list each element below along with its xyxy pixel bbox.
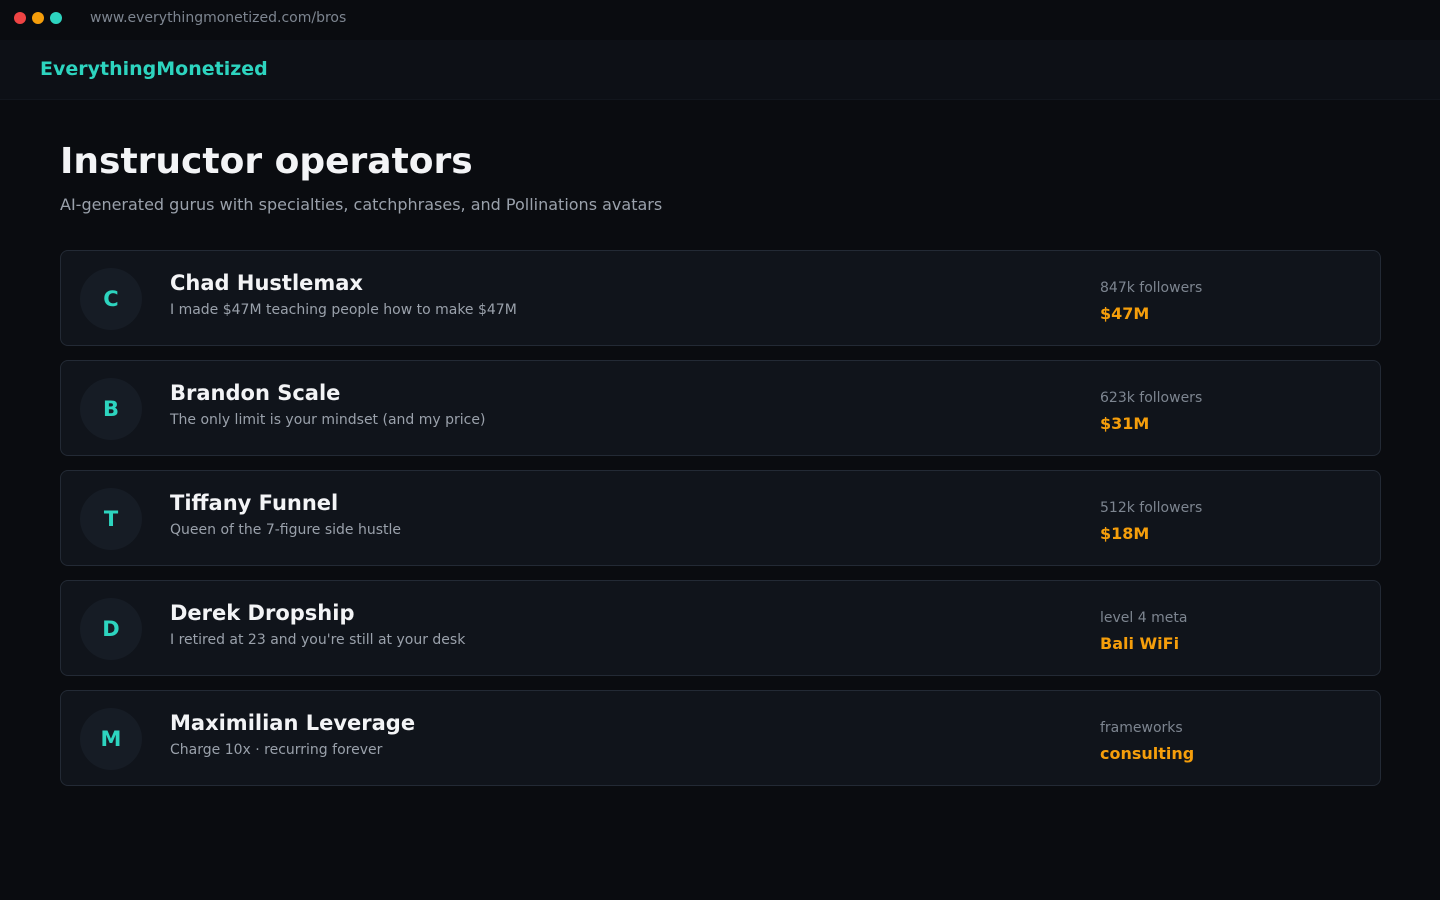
close-window-dot[interactable] — [14, 12, 26, 24]
avatar: D — [80, 598, 142, 660]
instructor-name: Maximilian Leverage — [170, 711, 416, 735]
stat-value: consulting — [1100, 744, 1195, 763]
address-bar-url[interactable]: www.everythingmonetized.com/bros — [90, 10, 346, 26]
stat-label: 512k followers — [1100, 500, 1203, 516]
stat-value: $18M — [1100, 524, 1150, 543]
stat-label: frameworks — [1100, 720, 1183, 736]
window-controls — [14, 12, 62, 24]
stat-value: Bali WiFi — [1100, 634, 1180, 653]
instructor-tagline: I made $47M teaching people how to make … — [170, 302, 517, 318]
site-header: EverythingMonetized — [0, 40, 1440, 100]
instructor-card[interactable]: T Tiffany Funnel Queen of the 7-figure s… — [60, 470, 1381, 566]
avatar: C — [80, 268, 142, 330]
instructor-card[interactable]: C Chad Hustlemax I made $47M teaching pe… — [60, 250, 1381, 346]
stat-label: 623k followers — [1100, 390, 1203, 406]
instructor-name: Tiffany Funnel — [170, 491, 339, 515]
instructor-card[interactable]: D Derek Dropship I retired at 23 and you… — [60, 580, 1381, 676]
stat-value: $31M — [1100, 414, 1150, 433]
instructor-tagline: Queen of the 7-figure side hustle — [170, 522, 402, 538]
maximize-window-dot[interactable] — [50, 12, 62, 24]
stat-value: $47M — [1100, 304, 1150, 323]
page-title: Instructor operators — [60, 141, 473, 182]
avatar: T — [80, 488, 142, 550]
instructor-tagline: I retired at 23 and you're still at your… — [170, 632, 466, 648]
avatar: M — [80, 708, 142, 770]
instructor-name: Chad Hustlemax — [170, 271, 363, 295]
page-subtitle: AI-generated gurus with specialties, cat… — [60, 195, 663, 214]
stat-label: level 4 meta — [1100, 610, 1188, 626]
instructor-card[interactable]: M Maximilian Leverage Charge 10x · recur… — [60, 690, 1381, 786]
instructor-card[interactable]: B Brandon Scale The only limit is your m… — [60, 360, 1381, 456]
avatar: B — [80, 378, 142, 440]
instructor-tagline: The only limit is your mindset (and my p… — [170, 412, 486, 428]
browser-bar: www.everythingmonetized.com/bros — [0, 0, 1440, 38]
instructor-name: Derek Dropship — [170, 601, 355, 625]
stat-label: 847k followers — [1100, 280, 1203, 296]
instructor-tagline: Charge 10x · recurring forever — [170, 742, 383, 758]
instructor-name: Brandon Scale — [170, 381, 341, 405]
brand-logo[interactable]: EverythingMonetized — [40, 58, 268, 80]
minimize-window-dot[interactable] — [32, 12, 44, 24]
